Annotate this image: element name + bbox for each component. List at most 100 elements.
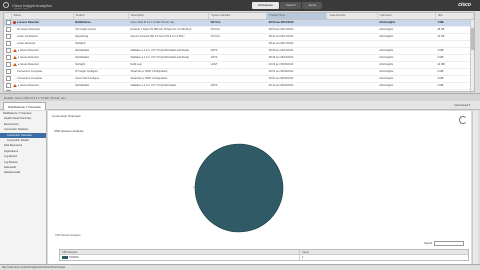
row-checkbox[interactable] [4,40,12,48]
size-cell: 1 MB [435,19,474,27]
case-number-cell [326,61,378,69]
status-text: Conversion Complete [17,70,42,74]
system-identifier-cell: UAST [208,61,267,69]
search-input[interactable] [434,240,465,246]
tab-alerts[interactable]: Alerts [302,2,323,9]
table-row[interactable]: No Issues Detected OS Insight Center Netwo… [4,26,474,34]
row-checkbox[interactable] [4,54,12,62]
description-cell: Network 1 Sight OS MB hub 18 Sept for 0.… [128,26,209,34]
size-cell: 4 MB [435,68,474,76]
grid-scrollbar[interactable] [470,20,474,91]
row-checkbox[interactable] [4,75,12,83]
status-cell: No Issues Detected [11,26,74,34]
status-cell: ▸ Issues Detected [11,47,74,55]
case-number-cell [326,89,378,91]
severity-icon [13,62,18,66]
product-cell: Netfabric [73,89,129,91]
tab-workspace[interactable]: Workspace [252,2,279,9]
system-identifier-cell: OS Tool [208,26,267,34]
table-row[interactable]: ▸ Issues Detected NetValidator Validates a… [4,54,474,62]
table-row[interactable]: Conversion Complete Cisco VoD Configure Vi… [4,75,474,83]
status-cell: Conversion Complete [11,68,74,76]
product-cell: OS Insight Center [73,26,129,34]
table-row[interactable]: Lower Confidence Networking Service Consol… [4,33,474,41]
row-checkbox[interactable] [4,47,12,55]
size-cell [435,40,474,48]
sidebar-item[interactable]: Network Audit [0,170,46,175]
case-number-cell [326,68,378,76]
pane-scrollbar[interactable] [472,111,478,264]
product-cell: IP Insight Configure [73,68,129,76]
report-nav: DiskDefense 7 Overview Health Check Summa… [0,111,47,264]
download-menu[interactable]: Download ▾ [454,103,470,107]
case-number-cell [326,47,378,55]
case-number-cell [326,26,378,34]
row-checkbox[interactable] [4,82,12,90]
status-bar: http://www.cisco.com/feds/vSupport/prod/… [0,264,480,270]
created-time-cell: 09:51 am 05/02/2013 [266,75,327,83]
table-row[interactable]: Lower Detected Netfabric 08:41 am 06/17/20… [4,40,474,48]
status-url: http://www.cisco.com/feds/vSupport/prod/… [2,266,66,269]
detail-tabs: DiskDefense 7 Overview Download ▾ [0,101,480,110]
product-cell: NetSight [73,61,129,69]
case-number-cell [326,54,378,62]
table-row[interactable]: ▸ Issues Detected NetSight NetD a.gc UAST 03… [4,61,474,69]
user-menu[interactable]: admin ▾ | Log Off [14,8,29,10]
created-time-cell: 08:50 am 06/17/2013 [266,26,327,34]
series-color-swatch [62,255,68,259]
status-text: Lower Detected [17,91,35,92]
product-cell: Cisco VoD Configure [73,75,129,83]
system-identifier-cell: ASTS [208,47,267,55]
row-checkbox[interactable] [4,68,12,76]
refresh-icon[interactable] [459,116,467,124]
severity-icon [13,42,16,45]
table-row[interactable]: TRAINS 1 [60,255,468,260]
row-checkbox[interactable] [4,33,12,41]
app-logo-icon [3,2,9,8]
session-pie-chart: TRAINS [193,143,284,233]
size-cell: 4 MB [435,47,474,55]
system-identifier-cell: ASTS [208,54,267,62]
product-cell: Netfabric [73,40,129,48]
status-text: Lower Confidence [17,35,38,39]
table-row[interactable]: ▸ Issues Detected DiskDefense Cisco 2911 M… [4,19,474,27]
tab-search[interactable]: Search [279,2,302,9]
status-text: No Issues Detected [17,28,40,32]
description-cell: Vitual file pv ISDN Configuration [128,75,209,83]
severity-icon [13,83,18,87]
col-count[interactable]: Count [300,250,468,254]
row-checkbox[interactable] [4,26,12,34]
table-row[interactable]: ▸ Issues Detected NetValidator Validates a… [4,47,474,55]
chart-footer: VSD Session Analysis [55,234,81,237]
case-number-cell [326,82,378,90]
pie-slice[interactable] [194,143,284,233]
system-identifier-cell: OS Tool [208,19,267,27]
grid-scroll-thumb[interactable] [471,28,474,50]
table-row[interactable]: Lower Detected Netfabric [4,89,474,92]
session-name: TRAINS [69,256,79,259]
description-cell [128,40,209,48]
tab-overview[interactable]: DiskDefense 7 Overview [3,102,46,110]
status-text: Conversion Complete [17,77,42,81]
product-cell: NetValidator [73,82,129,90]
severity-icon [13,28,16,31]
table-row[interactable]: ▸ Issues Detected NetValidator Validates a… [4,82,474,90]
size-cell: 14 MB [435,61,474,69]
username-cell: citrixinsights [377,19,436,27]
table-row[interactable]: Conversion Complete IP Insight Configure V… [4,68,474,76]
status-cell: Conversion Complete [11,75,74,83]
product-cell: NetValidator [73,47,129,55]
status-text: ▸ Issues Detected [18,56,39,60]
status-cell: Lower Detected [11,89,74,92]
session-name-cell: TRAINS [60,255,300,260]
created-time-cell: 08:50 am 06/17/2013 [266,19,327,27]
status-cell: ▸ Issues Detected [11,54,74,62]
row-checkbox[interactable] [4,89,12,91]
username-cell [377,40,436,48]
size-cell: 41 KB [435,33,474,41]
col-vsd-session[interactable]: VSD Session [60,250,300,254]
description-cell: NetD a.gc [128,61,209,69]
row-checkbox[interactable] [4,61,12,69]
row-checkbox[interactable] [4,19,12,27]
size-cell: 28 KB [435,26,474,34]
